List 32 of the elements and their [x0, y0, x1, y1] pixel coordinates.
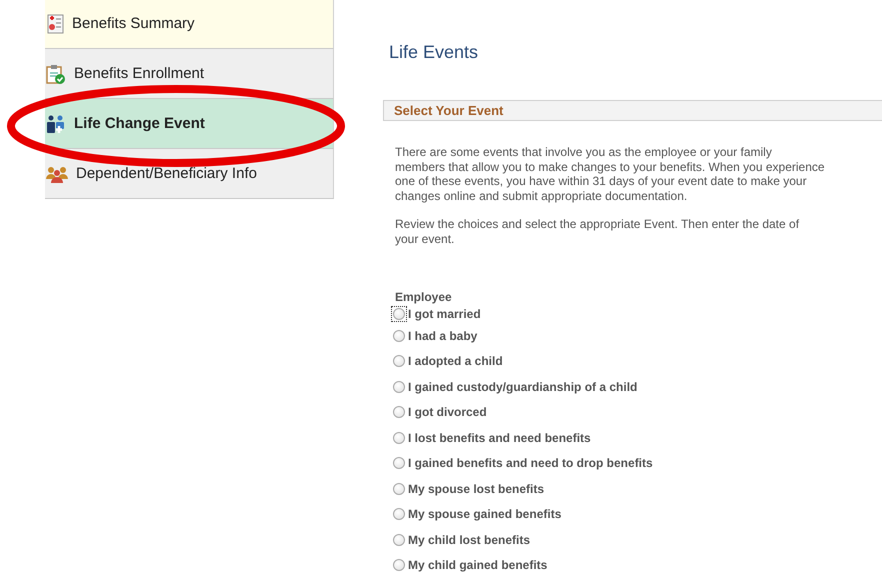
- radio-button[interactable]: [393, 355, 405, 368]
- instruction-text: There are some events that involve you as the employee or your family members that allow you to make changes to your benefits. When you experience one of these events, you have within 31 days of your event date to make your changes online and submit appropriate documentation.: [395, 145, 825, 203]
- radio-button[interactable]: [393, 380, 405, 393]
- radio-option[interactable]: I got divorced: [393, 400, 882, 425]
- family-icon: [46, 114, 66, 134]
- page-title: Life Events: [389, 42, 480, 63]
- radio-button[interactable]: [393, 406, 405, 418]
- sidebar-item[interactable]: Benefits Summary: [45, 0, 334, 49]
- radio-option[interactable]: My spouse lost benefits: [393, 476, 882, 502]
- radio-button[interactable]: [393, 534, 405, 546]
- sidebar-item[interactable]: Life Change Event: [45, 99, 334, 149]
- document-icon: [46, 14, 64, 34]
- radio-button[interactable]: [393, 457, 405, 470]
- radio-button[interactable]: [393, 432, 405, 444]
- radio-button[interactable]: [393, 559, 405, 572]
- radio-option[interactable]: My child lost benefits: [393, 527, 882, 552]
- group-label: Employee: [395, 290, 453, 304]
- radio-option[interactable]: I gained benefits and need to drop benefits: [393, 450, 882, 476]
- instruction-text: Review the choices and select the appropriate Event. Then enter the date of your event.: [395, 217, 800, 246]
- radio-button[interactable]: [393, 330, 405, 342]
- radio-button[interactable]: [393, 482, 405, 495]
- radio-option[interactable]: I gained custody/guardianship of a child: [393, 374, 882, 400]
- people-group-icon: [46, 164, 68, 182]
- radio-button[interactable]: [393, 508, 405, 520]
- radio-option[interactable]: My spouse gained benefits: [393, 502, 882, 527]
- radio-option[interactable]: I lost benefits and need benefits: [393, 425, 882, 450]
- radio-option[interactable]: I got married: [393, 304, 882, 323]
- radio-option[interactable]: I had a baby: [393, 323, 882, 348]
- section-title: Select Your Event: [394, 103, 504, 118]
- radio-option[interactable]: I adopted a child: [393, 348, 882, 374]
- clipboard-check-icon: [46, 64, 66, 84]
- radio-option[interactable]: My child gained benefits: [393, 552, 882, 578]
